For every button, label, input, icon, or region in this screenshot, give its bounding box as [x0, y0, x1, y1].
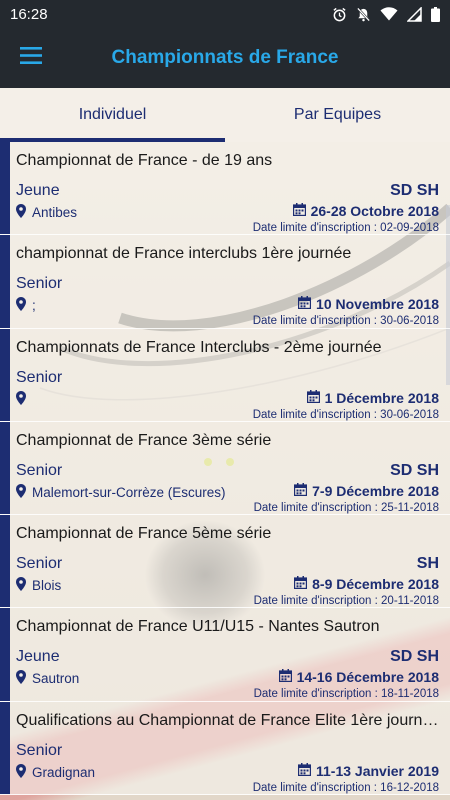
- tab-bar: Individuel Par Equipes: [0, 88, 450, 142]
- event-location: [16, 390, 32, 408]
- event-location: Blois: [16, 577, 61, 594]
- location-pin-icon: [16, 297, 26, 314]
- location-pin-icon: [16, 670, 26, 687]
- registration-deadline: Date limite d'inscription : 18-11-2018: [253, 688, 439, 701]
- app-bar: Championnats de France: [0, 28, 450, 88]
- calendar-icon: [306, 389, 320, 406]
- event-category: Senior: [16, 555, 63, 573]
- event-type: SD SH: [390, 461, 439, 479]
- event-card[interactable]: Championnat de France U11/U15 - Nantes S…: [0, 608, 450, 702]
- content-area: Individuel Par Equipes Championnat de Fr…: [0, 88, 450, 800]
- location-text: Sautron: [32, 671, 80, 687]
- date-text: 10 Novembre 2018: [316, 296, 439, 313]
- app-title: Championnats de France: [111, 47, 339, 68]
- event-type: SH: [416, 555, 439, 573]
- status-icons: [332, 6, 440, 22]
- event-category: Senior: [16, 461, 63, 479]
- event-date: 11-13 Janvier 2019: [298, 762, 439, 779]
- location-pin-icon: [16, 577, 26, 594]
- event-title: Championnat de France U11/U15 - Nantes S…: [16, 618, 380, 636]
- event-location: Sautron: [16, 670, 79, 687]
- date-text: 26-28 Octobre 2018: [310, 203, 439, 219]
- tab-par-equipes[interactable]: Par Equipes: [225, 88, 450, 142]
- event-card[interactable]: Qualifications au Championnat de France …: [0, 701, 450, 796]
- date-text: 7-9 Décembre 2018: [312, 482, 439, 499]
- event-card[interactable]: championnat de France interclubs 1ère jo…: [0, 235, 450, 329]
- calendar-icon: [278, 669, 292, 685]
- event-card[interactable]: Championnat de France 3ème série Senior …: [0, 421, 450, 516]
- event-card[interactable]: Championnats de France Interclubs - 2ème…: [0, 328, 450, 422]
- calendar-icon: [298, 296, 312, 312]
- registration-deadline: Date limite d'inscription : 02-09-2018: [252, 222, 439, 234]
- event-title: Championnat de France 5ème série: [16, 525, 272, 543]
- event-card[interactable]: Championnat de France 5ème série Senior …: [0, 515, 450, 609]
- event-title: Championnat de France - de 19 ans: [16, 152, 273, 169]
- location-pin-icon: [16, 763, 26, 781]
- status-bar: 16:28: [0, 0, 450, 28]
- event-date: 10 Novembre 2018: [298, 296, 439, 312]
- event-card[interactable]: Championnat de France - de 19 ans Jeune …: [0, 142, 450, 236]
- menu-button[interactable]: [0, 28, 62, 88]
- alarm-icon: [332, 7, 347, 22]
- location-pin-icon: [16, 204, 26, 221]
- signal-icon: [407, 6, 422, 22]
- event-title: championnat de France interclubs 1ère jo…: [16, 245, 352, 263]
- location-text: Blois: [32, 578, 62, 594]
- location-pin-icon: [16, 483, 26, 501]
- event-category: Jeune: [16, 182, 60, 199]
- calendar-icon: [298, 762, 312, 779]
- location-text: Gradignan: [32, 764, 96, 780]
- notifications-off-icon: [356, 7, 371, 22]
- event-type: SD SH: [390, 648, 439, 666]
- event-category: Senior: [16, 741, 63, 759]
- event-location: Gradignan: [16, 763, 96, 781]
- event-location: ;: [16, 297, 36, 314]
- location-text: Antibes: [32, 205, 78, 220]
- location-text: ;: [32, 298, 36, 314]
- hamburger-icon: [20, 47, 42, 69]
- event-type: SD SH: [390, 182, 439, 199]
- status-time: 16:28: [10, 5, 48, 23]
- event-date: 1 Décembre 2018: [306, 389, 439, 406]
- date-text: 1 Décembre 2018: [324, 389, 439, 406]
- event-location: Antibes: [16, 204, 77, 221]
- event-category: Senior: [16, 368, 63, 386]
- event-date: 26-28 Octobre 2018: [292, 203, 439, 219]
- registration-deadline: Date limite d'inscription : 30-06-2018: [252, 315, 439, 328]
- registration-deadline: Date limite d'inscription : 20-11-2018: [253, 595, 439, 608]
- registration-deadline: Date limite d'inscription : 25-11-2018: [253, 501, 439, 514]
- location-pin-icon: [16, 390, 26, 408]
- event-category: Jeune: [16, 648, 60, 666]
- location-text: Malemort-sur-Corrèze (Escures): [32, 484, 226, 500]
- date-text: 11-13 Janvier 2019: [316, 762, 439, 779]
- battery-icon: [431, 6, 440, 22]
- date-text: 8-9 Décembre 2018: [312, 576, 439, 593]
- registration-deadline: Date limite d'inscription : 30-06-2018: [252, 408, 439, 421]
- calendar-icon: [292, 203, 306, 219]
- event-category: Senior: [16, 275, 63, 293]
- wifi-icon: [380, 7, 398, 21]
- calendar-icon: [294, 482, 308, 499]
- date-text: 14-16 Décembre 2018: [296, 669, 439, 686]
- tab-individuel[interactable]: Individuel: [0, 88, 225, 142]
- event-location: Malemort-sur-Corrèze (Escures): [16, 483, 226, 501]
- calendar-icon: [294, 576, 308, 592]
- event-title: Qualifications au Championnat de France …: [16, 711, 440, 729]
- event-date: 14-16 Décembre 2018: [278, 669, 439, 686]
- event-title: Championnat de France 3ème série: [16, 431, 272, 449]
- event-date: 8-9 Décembre 2018: [294, 576, 439, 592]
- event-date: 7-9 Décembre 2018: [294, 482, 439, 499]
- event-list: Championnat de France - de 19 ans Jeune …: [0, 142, 450, 796]
- event-title: Championnats de France Interclubs - 2ème…: [16, 338, 382, 356]
- registration-deadline: Date limite d'inscription : 16-12-2018: [252, 781, 439, 794]
